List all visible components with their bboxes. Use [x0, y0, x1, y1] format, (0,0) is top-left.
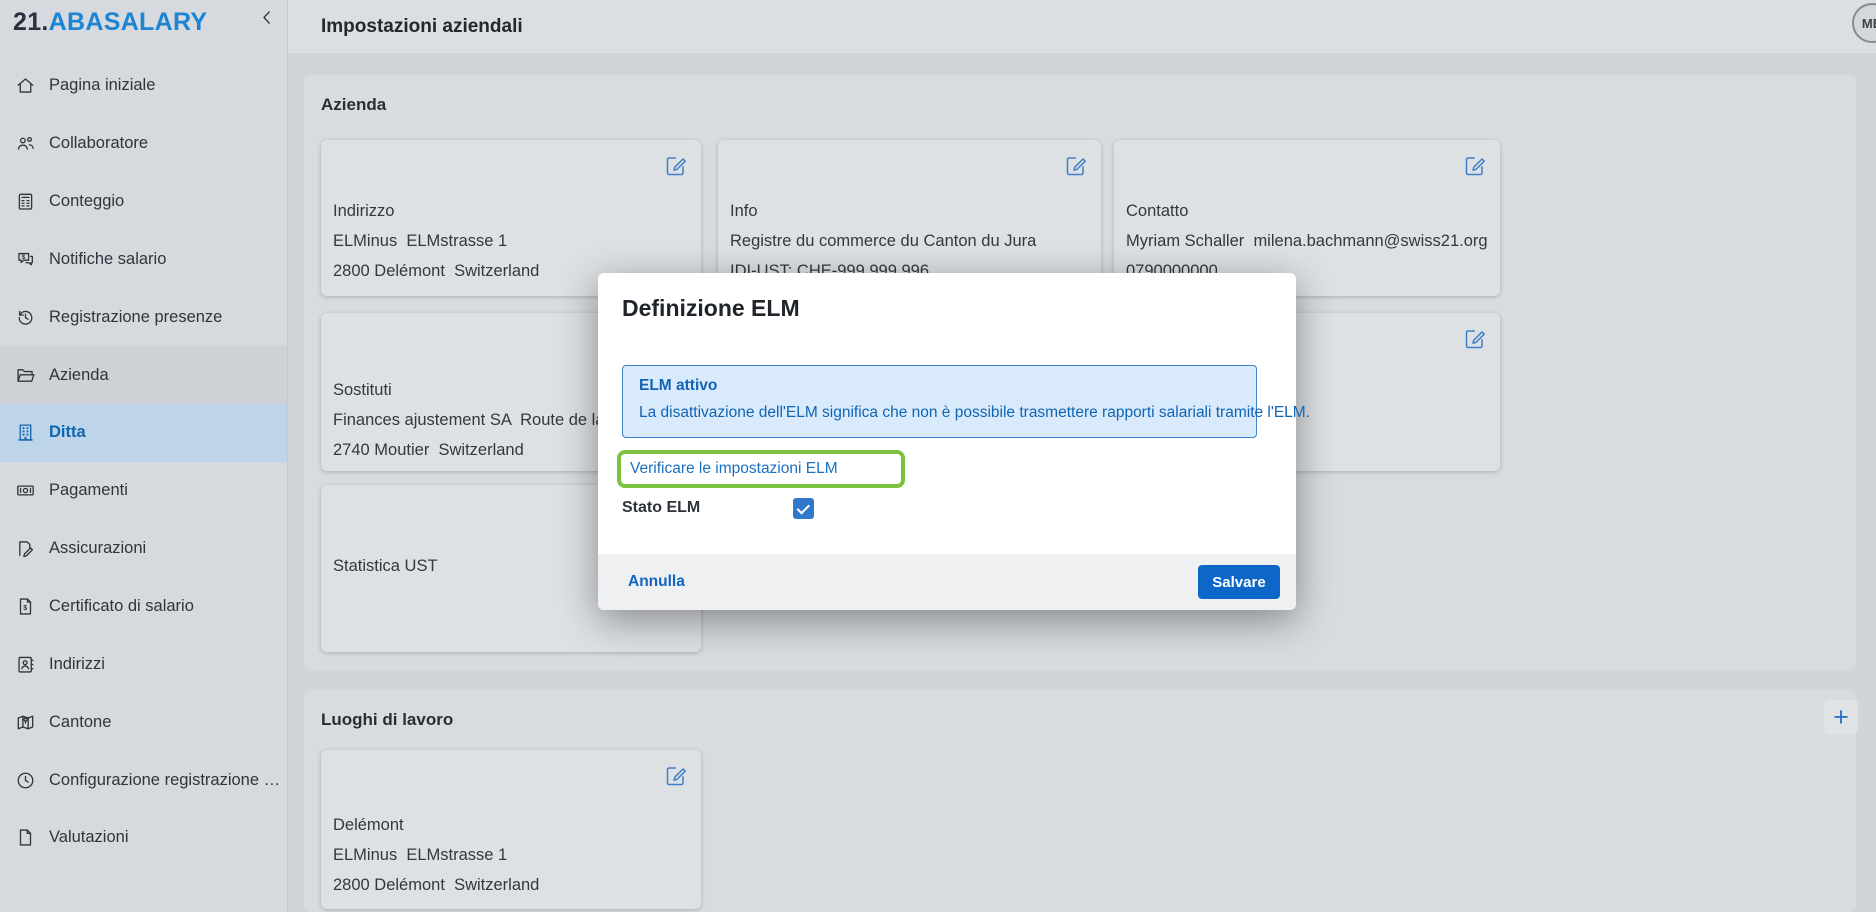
stato-elm-label: Stato ELM	[622, 499, 700, 517]
people-icon	[15, 133, 36, 154]
building-icon	[15, 422, 36, 443]
calculator-icon	[15, 191, 36, 212]
logo-name: ABASALARY	[49, 8, 208, 36]
sidebar-item-label: Indirizzi	[49, 655, 105, 674]
document-icon	[15, 827, 36, 848]
sidebar-item-collaboratore[interactable]: Collaboratore	[0, 115, 287, 173]
sidebar-item-label: Pagamenti	[49, 481, 128, 500]
document-pen-icon	[15, 538, 36, 559]
sidebar-item-configurazione-registrazione[interactable]: Configurazione registrazione pr...	[0, 751, 287, 809]
page-title: Impostazioni aziendali	[321, 0, 523, 53]
sidebar: 21.ABASALARY Pagina iniziale Collaborato…	[0, 0, 288, 912]
app-logo: 21.ABASALARY	[13, 8, 207, 37]
folder-open-icon	[15, 365, 36, 386]
clock-icon	[15, 770, 36, 791]
address-book-icon	[15, 654, 36, 675]
info-box-title: ELM attivo	[639, 377, 1240, 395]
home-icon	[15, 75, 36, 96]
pencil-icon	[1463, 327, 1487, 351]
sidebar-item-label: Certificato di salario	[49, 597, 194, 616]
sidebar-collapse-button[interactable]	[252, 6, 282, 36]
avatar-initials: MB	[1862, 16, 1876, 31]
sidebar-item-label: Conteggio	[49, 192, 124, 211]
abasalary-app: 21.ABASALARY Pagina iniziale Collaborato…	[0, 0, 1876, 912]
edit-indirizzo-button[interactable]	[663, 154, 689, 180]
pencil-icon	[1463, 154, 1487, 178]
sidebar-item-certificato-di-salario[interactable]: $ Certificato di salario	[0, 578, 287, 636]
chevron-left-icon	[257, 7, 278, 28]
history-icon	[15, 307, 36, 328]
sidebar-item-label: Ditta	[49, 423, 86, 442]
card-label: Delémont	[333, 810, 691, 840]
stato-elm-row: Stato ELM	[622, 499, 700, 517]
section-title-luoghi: Luoghi di lavoro	[321, 710, 453, 730]
card-line: ELMinus ELMstrasse 1	[333, 226, 691, 256]
sidebar-item-valutazioni[interactable]: Valutazioni	[0, 809, 287, 867]
verify-elm-settings-link[interactable]: Verificare le impostazioni ELM	[630, 460, 838, 478]
cancel-button[interactable]: Annulla	[628, 554, 685, 610]
edit-info-button[interactable]	[1063, 154, 1089, 180]
green-highlight-box: Verificare le impostazioni ELM	[617, 450, 905, 488]
sidebar-item-pagamenti[interactable]: Pagamenti	[0, 462, 287, 520]
sidebar-item-label: Registrazione presenze	[49, 308, 222, 327]
info-box-text: La disattivazione dell'ELM significa che…	[639, 404, 1240, 422]
sidebar-nav: Pagina iniziale Collaboratore Conteggio …	[0, 57, 287, 867]
edit-hidden-card-button[interactable]	[1462, 327, 1488, 353]
edit-contatto-button[interactable]	[1462, 154, 1488, 180]
modal-title: Definizione ELM	[622, 295, 800, 322]
elm-info-box: ELM attivo La disattivazione dell'ELM si…	[622, 365, 1257, 438]
pencil-icon	[664, 154, 688, 178]
edit-delemont-button[interactable]	[663, 764, 689, 790]
sidebar-item-ditta[interactable]: Ditta	[0, 404, 287, 462]
save-button[interactable]: Salvare	[1198, 565, 1280, 599]
svg-text:$: $	[23, 605, 27, 612]
sidebar-item-label: Collaboratore	[49, 134, 148, 153]
delemont-location-card: Delémont ELMinus ELMstrasse 1 2800 Delém…	[321, 750, 701, 909]
sidebar-item-label: Configurazione registrazione pr...	[49, 771, 281, 790]
pencil-icon	[664, 764, 688, 788]
modal-footer: Annulla Salvare	[598, 554, 1296, 610]
card-label: Info	[730, 196, 1091, 226]
salary-chat-icon: $	[15, 249, 36, 270]
definizione-elm-modal: Definizione ELM ELM attivo La disattivaz…	[598, 273, 1296, 610]
sidebar-item-conteggio[interactable]: Conteggio	[0, 173, 287, 231]
sidebar-item-assicurazioni[interactable]: Assicurazioni	[0, 520, 287, 578]
sidebar-item-azienda[interactable]: Azienda	[0, 346, 287, 404]
svg-text:$: $	[22, 254, 26, 261]
sidebar-item-label: Assicurazioni	[49, 539, 146, 558]
card-line: ELMinus ELMstrasse 1	[333, 840, 691, 870]
card-label: Contatto	[1126, 196, 1490, 226]
card-label: Indirizzo	[333, 196, 691, 226]
sidebar-item-indirizzi[interactable]: Indirizzi	[0, 635, 287, 693]
pencil-icon	[1064, 154, 1088, 178]
banknote-icon	[15, 480, 36, 501]
sidebar-item-label: Valutazioni	[49, 828, 129, 847]
sidebar-item-label: Notifiche salario	[49, 250, 166, 269]
document-dollar-icon: $	[15, 596, 36, 617]
sidebar-item-registrazione-presenze[interactable]: Registrazione presenze	[0, 288, 287, 346]
sidebar-item-notifiche-salario[interactable]: $ Notifiche salario	[0, 231, 287, 289]
sidebar-item-cantone[interactable]: Cantone	[0, 693, 287, 751]
section-title-azienda: Azienda	[321, 95, 386, 115]
card-line: Myriam Schaller milena.bachmann@swiss21.…	[1126, 226, 1490, 256]
sidebar-item-label: Pagina iniziale	[49, 76, 155, 95]
map-icon	[15, 712, 36, 733]
add-location-button[interactable]: +	[1824, 700, 1858, 734]
sidebar-item-label: Azienda	[49, 366, 109, 385]
logo-number: 21.	[13, 8, 49, 36]
sidebar-item-pagina-iniziale[interactable]: Pagina iniziale	[0, 57, 287, 115]
card-line: Registre du commerce du Canton du Jura	[730, 226, 1091, 256]
card-line: 2800 Delémont Switzerland	[333, 870, 691, 900]
sidebar-item-label: Cantone	[49, 713, 111, 732]
stato-elm-checkbox[interactable]	[793, 498, 814, 519]
top-header: Impostazioni aziendali	[287, 0, 1876, 53]
